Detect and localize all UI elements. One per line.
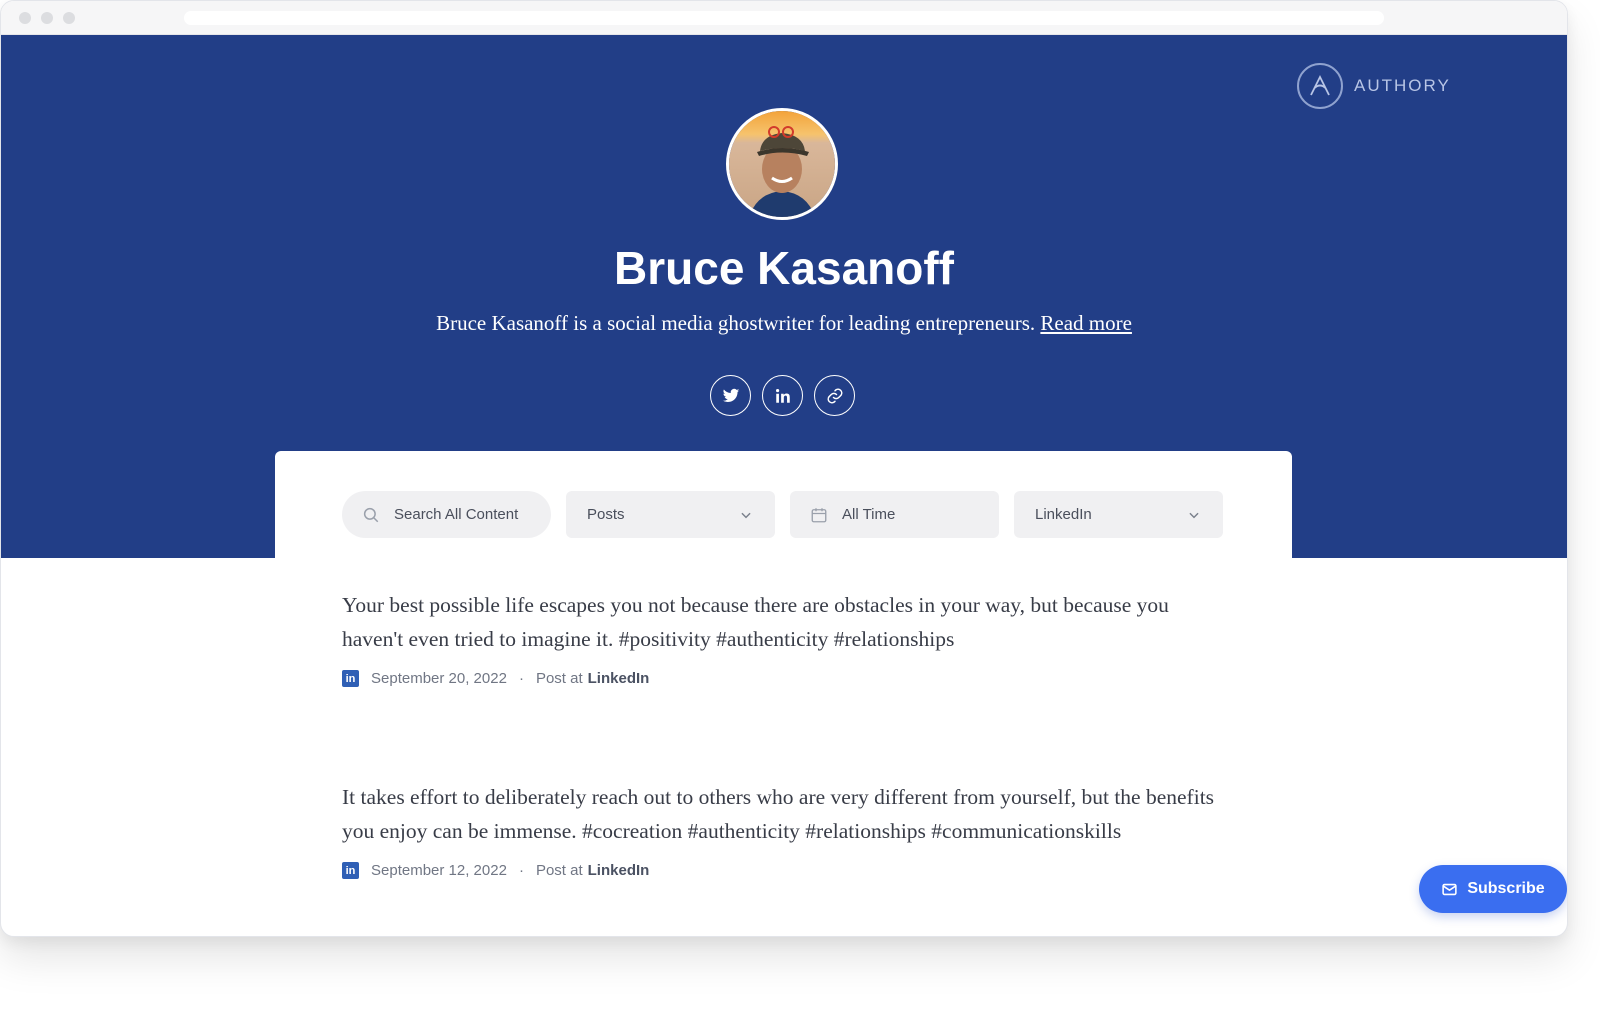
time-range-select[interactable]: All Time <box>790 491 999 538</box>
read-more-link[interactable]: Read more <box>1040 311 1132 335</box>
browser-chrome <box>1 1 1567 35</box>
avatar <box>726 108 838 220</box>
post-source[interactable]: LinkedIn <box>588 670 650 687</box>
post-meta: in September 20, 2022 · Post at LinkedIn <box>342 670 1222 687</box>
chevron-down-icon <box>739 508 753 526</box>
browser-window: AUTHORY Bruce Kasanoff Bruce Kasanoff is… <box>0 0 1568 937</box>
content-type-value: Posts <box>587 506 625 523</box>
post-text: It takes effort to deliberately reach ou… <box>342 785 1215 843</box>
source-value: LinkedIn <box>1035 506 1092 523</box>
link-icon[interactable] <box>814 375 855 416</box>
filter-bar: Search All Content Posts All Time Linked… <box>275 451 1292 558</box>
linkedin-icon[interactable] <box>762 375 803 416</box>
post-date: September 20, 2022 <box>371 670 507 687</box>
search-icon <box>362 506 380 524</box>
meta-separator: · <box>518 670 524 687</box>
post-meta: in September 12, 2022 · Post at LinkedIn <box>342 862 1222 879</box>
source-select[interactable]: LinkedIn <box>1014 491 1223 538</box>
search-placeholder: Search All Content <box>394 506 519 523</box>
authory-logo-icon <box>1297 63 1343 109</box>
meta-separator: · <box>518 862 524 879</box>
address-bar[interactable] <box>184 11 1384 25</box>
chevron-down-icon <box>1187 508 1201 526</box>
subscribe-button[interactable]: Subscribe <box>1419 865 1567 913</box>
profile-name: Bruce Kasanoff <box>614 242 954 294</box>
mail-icon <box>1442 883 1457 895</box>
linkedin-icon: in <box>342 862 359 879</box>
post-item[interactable]: Your best possible life escapes you not … <box>342 588 1222 687</box>
twitter-icon[interactable] <box>710 375 751 416</box>
post-source[interactable]: LinkedIn <box>588 862 650 879</box>
social-links <box>710 375 855 416</box>
brand-name: AUTHORY <box>1354 76 1451 95</box>
window-maximize-dot[interactable] <box>63 12 75 24</box>
bio-text: Bruce Kasanoff is a social media ghostwr… <box>436 311 1036 335</box>
profile-bio: Bruce Kasanoff is a social media ghostwr… <box>1 311 1567 336</box>
post-date: September 12, 2022 <box>371 862 507 879</box>
post-item[interactable]: It takes effort to deliberately reach ou… <box>342 780 1222 879</box>
window-minimize-dot[interactable] <box>41 12 53 24</box>
search-input[interactable]: Search All Content <box>342 491 551 538</box>
post-at-label: Post at <box>535 670 583 687</box>
authory-brand[interactable]: AUTHORY <box>1297 63 1451 109</box>
time-range-value: All Time <box>842 506 896 523</box>
content-type-select[interactable]: Posts <box>566 491 775 538</box>
linkedin-icon: in <box>342 670 359 687</box>
subscribe-label: Subscribe <box>1467 880 1545 897</box>
window-close-dot[interactable] <box>19 12 31 24</box>
post-at-label: Post at <box>535 862 583 879</box>
calendar-icon <box>810 506 828 524</box>
post-text: Your best possible life escapes you not … <box>342 593 1169 651</box>
